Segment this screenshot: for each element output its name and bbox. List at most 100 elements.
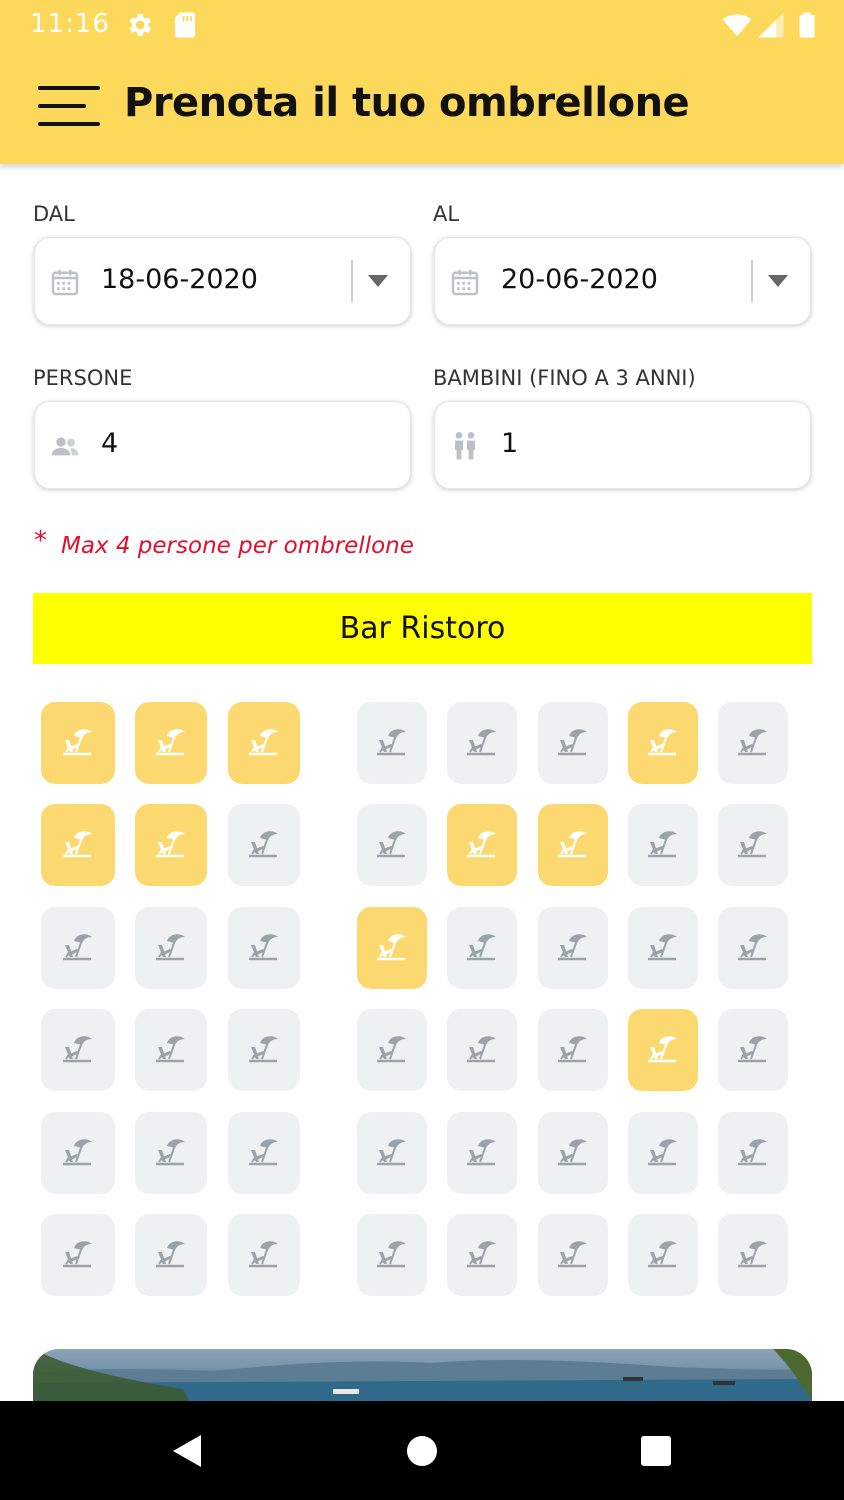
beach-umbrella-icon bbox=[648, 934, 677, 961]
umbrella-spot-free[interactable] bbox=[357, 1112, 427, 1194]
beach-umbrella-icon bbox=[738, 1036, 767, 1063]
umbrella-spot-free[interactable] bbox=[628, 804, 698, 886]
umbrella-spot-free[interactable] bbox=[538, 907, 608, 989]
to-date-label: AL bbox=[433, 202, 460, 226]
children-value: 1 bbox=[501, 428, 519, 459]
umbrella-spot-booked[interactable] bbox=[447, 804, 517, 886]
umbrella-spot-free[interactable] bbox=[447, 1214, 517, 1296]
umbrella-spot-booked[interactable] bbox=[135, 702, 207, 784]
beach-umbrella-icon bbox=[249, 729, 278, 756]
from-date-picker[interactable]: 18-06-2020 bbox=[34, 237, 411, 325]
from-date-value: 18-06-2020 bbox=[101, 264, 258, 295]
umbrella-spot-free[interactable] bbox=[41, 1112, 115, 1194]
umbrella-spot-free[interactable] bbox=[718, 1009, 788, 1091]
beach-umbrella-icon bbox=[249, 1036, 278, 1063]
umbrella-spot-free[interactable] bbox=[447, 1009, 517, 1091]
to-date-picker[interactable]: 20-06-2020 bbox=[434, 237, 811, 325]
umbrella-spot-free[interactable] bbox=[135, 1009, 207, 1091]
beach-umbrella-icon bbox=[377, 1139, 406, 1166]
beach-umbrella-icon bbox=[648, 831, 677, 858]
beach-umbrella-icon bbox=[558, 831, 587, 858]
beach-umbrella-icon bbox=[738, 831, 767, 858]
children-field[interactable]: 1 bbox=[434, 401, 811, 489]
beach-umbrella-icon bbox=[558, 934, 587, 961]
hamburger-menu-icon[interactable] bbox=[38, 84, 100, 128]
beach-photo-image bbox=[33, 1349, 812, 1409]
recents-icon[interactable] bbox=[636, 1431, 676, 1471]
chevron-down-icon[interactable] bbox=[767, 272, 789, 290]
beach-umbrella-icon bbox=[467, 934, 496, 961]
umbrella-spot-free[interactable] bbox=[41, 907, 115, 989]
umbrella-spot-free[interactable] bbox=[228, 804, 300, 886]
umbrella-spot-free[interactable] bbox=[41, 1214, 115, 1296]
umbrella-spot-free[interactable] bbox=[228, 1009, 300, 1091]
umbrella-spot-free[interactable] bbox=[135, 1112, 207, 1194]
umbrella-spot-free[interactable] bbox=[538, 1112, 608, 1194]
beach-umbrella-icon bbox=[467, 831, 496, 858]
umbrella-spot-free[interactable] bbox=[228, 1214, 300, 1296]
umbrella-spot-free[interactable] bbox=[628, 1214, 698, 1296]
back-icon[interactable] bbox=[168, 1431, 208, 1471]
umbrella-spot-booked[interactable] bbox=[538, 804, 608, 886]
umbrella-spot-booked[interactable] bbox=[628, 1009, 698, 1091]
system-navigation-bar bbox=[0, 1401, 844, 1500]
umbrella-spot-free[interactable] bbox=[135, 1214, 207, 1296]
umbrella-spot-free[interactable] bbox=[718, 1112, 788, 1194]
umbrella-spot-booked[interactable] bbox=[135, 804, 207, 886]
divider bbox=[751, 260, 753, 302]
umbrella-spot-booked[interactable] bbox=[228, 702, 300, 784]
umbrella-spot-free[interactable] bbox=[447, 702, 517, 784]
bar-ristoro-banner: Bar Ristoro bbox=[33, 593, 812, 664]
umbrella-spot-free[interactable] bbox=[718, 702, 788, 784]
battery-icon bbox=[799, 12, 815, 38]
umbrella-spot-free[interactable] bbox=[628, 907, 698, 989]
beach-umbrella-icon bbox=[558, 1036, 587, 1063]
note-asterisk: * bbox=[34, 526, 47, 556]
umbrella-spot-free[interactable] bbox=[447, 1112, 517, 1194]
beach-umbrella-icon bbox=[377, 1036, 406, 1063]
umbrella-spot-free[interactable] bbox=[228, 907, 300, 989]
umbrella-spot-free[interactable] bbox=[357, 702, 427, 784]
people-field[interactable]: 4 bbox=[34, 401, 411, 489]
wifi-icon bbox=[722, 14, 752, 37]
settings-icon bbox=[129, 14, 151, 36]
chevron-down-icon[interactable] bbox=[367, 272, 389, 290]
from-date-label: DAL bbox=[33, 202, 75, 226]
umbrella-spot-free[interactable] bbox=[357, 1009, 427, 1091]
umbrella-spot-booked[interactable] bbox=[357, 907, 427, 989]
umbrella-spot-free[interactable] bbox=[447, 907, 517, 989]
children-icon bbox=[455, 432, 475, 460]
beach-umbrella-icon bbox=[467, 729, 496, 756]
home-icon[interactable] bbox=[402, 1431, 442, 1471]
umbrella-spot-free[interactable] bbox=[538, 1009, 608, 1091]
umbrella-spot-free[interactable] bbox=[357, 1214, 427, 1296]
beach-umbrella-icon bbox=[738, 934, 767, 961]
umbrella-spot-free[interactable] bbox=[718, 1214, 788, 1296]
umbrella-spot-booked[interactable] bbox=[41, 804, 115, 886]
umbrella-spot-free[interactable] bbox=[718, 907, 788, 989]
umbrella-spot-free[interactable] bbox=[628, 1112, 698, 1194]
beach-umbrella-icon bbox=[63, 1139, 92, 1166]
umbrella-spot-booked[interactable] bbox=[41, 702, 115, 784]
app-bar: 11:16 Prenota il tuo ombrellone bbox=[0, 0, 844, 164]
umbrella-spot-free[interactable] bbox=[718, 804, 788, 886]
children-label: BAMBINI (FINO A 3 ANNI) bbox=[433, 366, 696, 390]
page-title: Prenota il tuo ombrellone bbox=[124, 80, 690, 126]
umbrella-spot-free[interactable] bbox=[135, 907, 207, 989]
beach-umbrella-icon bbox=[249, 1139, 278, 1166]
people-value: 4 bbox=[101, 428, 119, 459]
beach-umbrella-icon bbox=[156, 1241, 185, 1268]
beach-umbrella-icon bbox=[63, 1036, 92, 1063]
umbrella-spot-free[interactable] bbox=[228, 1112, 300, 1194]
beach-umbrella-icon bbox=[648, 1241, 677, 1268]
sd-card-icon bbox=[175, 12, 195, 38]
beach-umbrella-icon bbox=[63, 934, 92, 961]
umbrella-spot-free[interactable] bbox=[538, 702, 608, 784]
status-time: 11:16 bbox=[30, 9, 110, 39]
beach-umbrella-icon bbox=[648, 1036, 677, 1063]
umbrella-spot-free[interactable] bbox=[538, 1214, 608, 1296]
umbrella-spot-free[interactable] bbox=[41, 1009, 115, 1091]
umbrella-spot-booked[interactable] bbox=[628, 702, 698, 784]
umbrella-spot-free[interactable] bbox=[357, 804, 427, 886]
beach-photo bbox=[33, 1349, 812, 1409]
